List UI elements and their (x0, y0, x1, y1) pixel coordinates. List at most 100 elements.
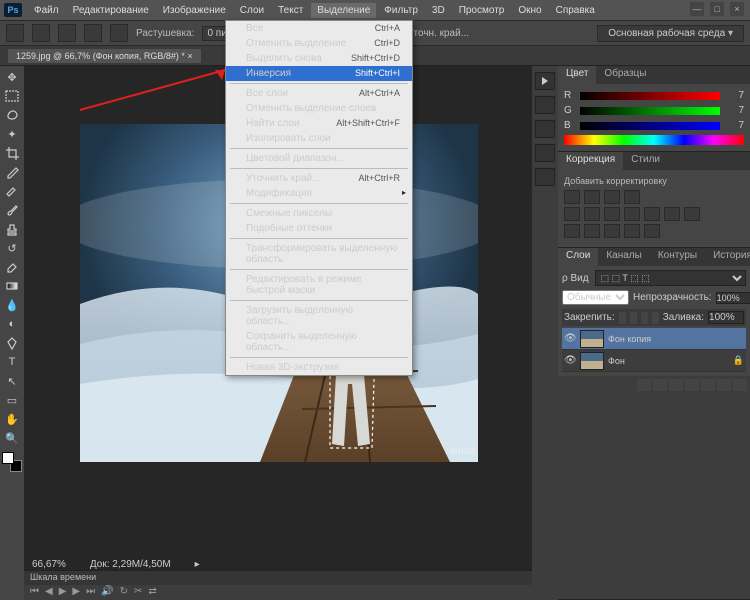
adj-invert-icon[interactable] (564, 224, 580, 238)
layer-row[interactable]: 👁 Фон копия (562, 328, 746, 350)
menu-item-изолировать-слои[interactable]: Изолировать слои (226, 131, 412, 146)
heal-tool[interactable] (2, 182, 22, 200)
move-tool[interactable]: ✥ (2, 68, 22, 86)
menu-filter[interactable]: Фильтр (378, 3, 424, 18)
timeline-cut-icon[interactable]: ✂ (134, 586, 142, 597)
layer-kind-select[interactable]: ⬚ ⬚ T ⬚ ⬚ (595, 270, 746, 286)
refine-button[interactable]: Уточн. край... (407, 28, 469, 39)
b-value[interactable]: 7 (726, 120, 744, 131)
zoom-level[interactable]: 66,67% (32, 559, 66, 570)
adj-lookup-icon[interactable] (684, 207, 700, 221)
tab-channels[interactable]: Каналы (598, 248, 650, 266)
close-button[interactable]: × (730, 2, 744, 16)
menu-layers[interactable]: Слои (234, 3, 270, 18)
adj-bw-icon[interactable] (624, 207, 640, 221)
trash-icon[interactable] (733, 379, 747, 391)
r-value[interactable]: 7 (726, 90, 744, 101)
lock-all-icon[interactable] (652, 312, 659, 324)
adj-poster-icon[interactable] (584, 224, 600, 238)
color-swatches[interactable] (2, 452, 22, 472)
menu-edit[interactable]: Редактирование (67, 3, 155, 18)
menu-item-загрузить-выделенную-область-[interactable]: Загрузить выделенную область... (226, 303, 412, 329)
menu-file[interactable]: Файл (28, 3, 65, 18)
zoom-tool[interactable]: 🔍 (2, 429, 22, 447)
tab-adjustments[interactable]: Коррекция (558, 152, 623, 170)
sel-sub-icon[interactable] (84, 24, 102, 42)
link-layers-icon[interactable] (637, 379, 651, 391)
eraser-tool[interactable] (2, 258, 22, 276)
menu-item-смежные-пикселы[interactable]: Смежные пикселы (226, 206, 412, 221)
adj-vibrance-icon[interactable] (564, 207, 580, 221)
menu-item-инверсия[interactable]: ИнверсияShift+Ctrl+I (226, 66, 412, 81)
menu-item-подобные-оттенки[interactable]: Подобные оттенки (226, 221, 412, 236)
sel-int-icon[interactable] (110, 24, 128, 42)
layer-name[interactable]: Фон копия (608, 334, 651, 344)
fill-input[interactable] (708, 311, 744, 324)
gradient-tool[interactable] (2, 277, 22, 295)
spectrum-bar[interactable] (564, 135, 744, 145)
timeline-first-icon[interactable]: ⏮ (30, 586, 39, 597)
dodge-tool[interactable]: ◐ (2, 315, 22, 333)
adj-gradmap-icon[interactable] (624, 224, 640, 238)
tool-preset-icon[interactable] (6, 24, 24, 42)
menu-item-отменить-выделение-слоев[interactable]: Отменить выделение слоев (226, 101, 412, 116)
g-slider[interactable] (580, 107, 720, 115)
timeline-play-icon[interactable]: ▶ (59, 586, 67, 597)
pen-tool[interactable] (2, 334, 22, 352)
minimize-button[interactable]: — (690, 2, 704, 16)
layer-row[interactable]: 👁 Фон 🔒 (562, 350, 746, 372)
doc-info-arrow[interactable]: ▸ (195, 559, 200, 570)
adj-photo-icon[interactable] (644, 207, 660, 221)
crop-tool[interactable] (2, 144, 22, 162)
tab-paths[interactable]: Контуры (650, 248, 705, 266)
menu-item-модификация[interactable]: Модификация (226, 186, 412, 201)
timeline-prev-icon[interactable]: ◀ (45, 586, 53, 597)
menu-select[interactable]: Выделение (311, 3, 376, 18)
strip-icon-3[interactable] (535, 144, 555, 162)
timeline-tab[interactable]: Шкала времени (24, 571, 532, 585)
layer-thumb[interactable] (580, 352, 604, 370)
marquee-tool[interactable] (2, 87, 22, 105)
tab-styles[interactable]: Стили (623, 152, 668, 170)
shape-tool[interactable]: ▭ (2, 391, 22, 409)
sel-add-icon[interactable] (58, 24, 76, 42)
layer-thumb[interactable] (580, 330, 604, 348)
adj-brightness-icon[interactable] (564, 190, 580, 204)
opacity-input[interactable] (716, 292, 750, 304)
document-tab[interactable]: 1259.jpg @ 66,7% (Фон копия, RGB/8#) * × (8, 49, 201, 63)
menu-item-новая-3d-экструзия[interactable]: Новая 3D-экструзия (226, 360, 412, 375)
b-slider[interactable] (580, 122, 720, 130)
adjustment-layer-icon[interactable] (685, 379, 699, 391)
menu-item-найти-слои[interactable]: Найти слоиAlt+Shift+Ctrl+F (226, 116, 412, 131)
strip-icon-4[interactable] (535, 168, 555, 186)
timeline-next-icon[interactable]: ▶ (72, 586, 80, 597)
mask-icon[interactable] (669, 379, 683, 391)
strip-icon-1[interactable] (535, 96, 555, 114)
menu-item-цветовой-диапазон-[interactable]: Цветовой диапазон... (226, 151, 412, 166)
menu-item-уточнить-край-[interactable]: Уточнить край...Alt+Ctrl+R (226, 171, 412, 186)
stamp-tool[interactable] (2, 220, 22, 238)
timeline-loop-icon[interactable]: ↻ (120, 586, 128, 597)
wand-tool[interactable]: ✦ (2, 125, 22, 143)
adj-selective-icon[interactable] (644, 224, 660, 238)
path-tool[interactable]: ↖ (2, 372, 22, 390)
brush-tool[interactable] (2, 201, 22, 219)
timeline-audio-icon[interactable]: 🔊 (101, 586, 113, 597)
sel-new-icon[interactable] (32, 24, 50, 42)
adj-curves-icon[interactable] (604, 190, 620, 204)
timeline-transition-icon[interactable]: ⇄ (148, 586, 156, 597)
menu-item-трансформировать-выделенную-область[interactable]: Трансформировать выделенную область (226, 241, 412, 267)
strip-icon-2[interactable] (535, 120, 555, 138)
menu-item-отменить-выделение[interactable]: Отменить выделениеCtrl+D (226, 36, 412, 51)
expand-panels-icon[interactable] (535, 72, 555, 90)
r-slider[interactable] (580, 92, 720, 100)
g-value[interactable]: 7 (726, 105, 744, 116)
adj-mixer-icon[interactable] (664, 207, 680, 221)
maximize-button[interactable]: □ (710, 2, 724, 16)
workspace-selector[interactable]: Основная рабочая среда ▾ (597, 25, 744, 42)
adj-exposure-icon[interactable] (624, 190, 640, 204)
tab-history[interactable]: История (705, 248, 750, 266)
visibility-icon[interactable]: 👁 (564, 333, 576, 344)
type-tool[interactable]: T (2, 353, 22, 371)
menu-3d[interactable]: 3D (426, 3, 451, 18)
